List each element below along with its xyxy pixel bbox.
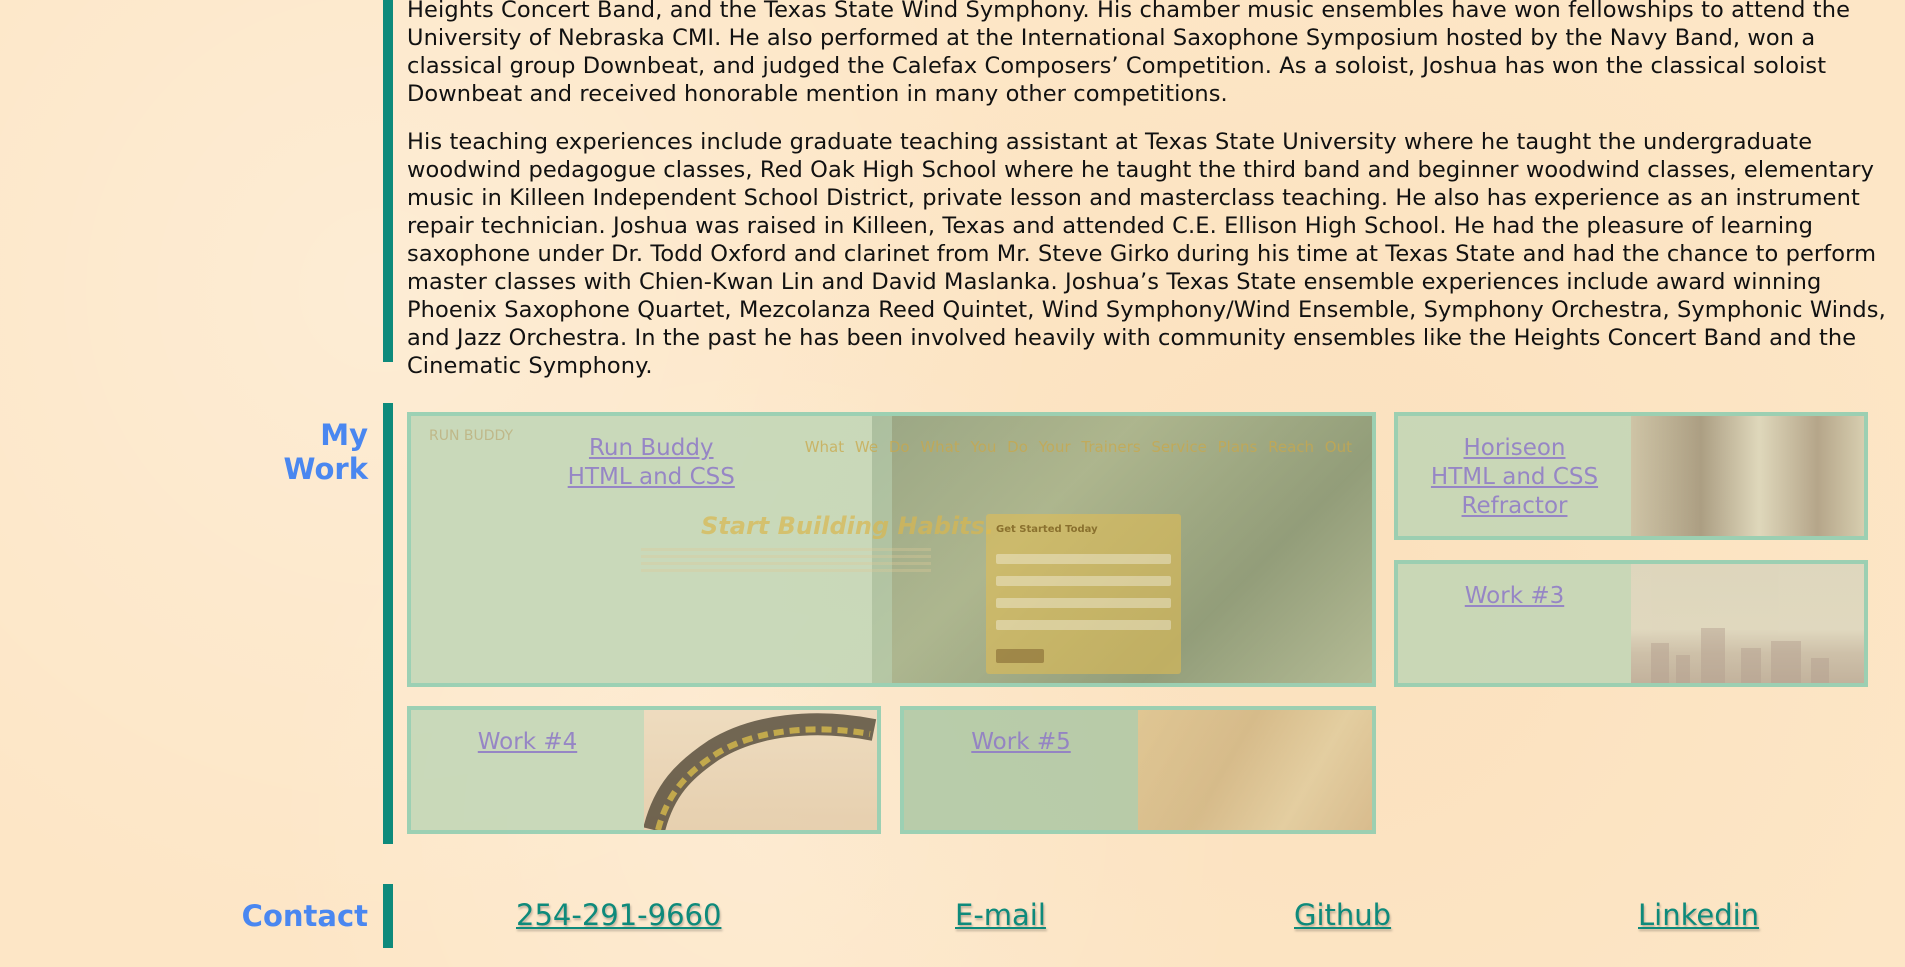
tile-label-line: Work #5: [971, 729, 1071, 755]
contact-heading-text: Contact: [241, 899, 368, 933]
form-field: [996, 598, 1171, 608]
horiseon-screenshot: [1631, 416, 1864, 536]
contact-section-heading: Contact: [242, 899, 368, 933]
form-field: [996, 620, 1171, 630]
contact-linkedin-link[interactable]: Linkedin: [1638, 897, 1759, 933]
building-shape: [1676, 655, 1690, 683]
work-heading-line2: Work: [283, 452, 368, 486]
tile-label-line: Work #4: [477, 729, 578, 755]
work-tile-link-5[interactable]: Work #5: [904, 728, 1138, 757]
form-field: [996, 576, 1171, 586]
about-paragraph-2: His teaching experiences include graduat…: [407, 129, 1886, 379]
building-shape: [1771, 641, 1801, 683]
contact-github-link[interactable]: Github: [1294, 897, 1391, 933]
about-paragraph-1: Heights Concert Band, and the Texas Stat…: [407, 0, 1851, 107]
building-shape: [1811, 658, 1829, 683]
work-tile-4[interactable]: Work #4: [407, 706, 881, 834]
work-tile-link-4[interactable]: Work #4: [411, 728, 644, 757]
contact-section-bar: [383, 884, 393, 948]
work-tile-5[interactable]: Work #5: [900, 706, 1376, 834]
tile-label-line: Work #3: [1464, 583, 1565, 609]
run-buddy-form: Get Started Today: [986, 514, 1181, 674]
contact-phone-link[interactable]: 254-291-9660: [516, 897, 721, 933]
work-tile-link-horiseon[interactable]: Horiseon HTML and CSS Refractor: [1398, 434, 1631, 521]
work-tile-horiseon[interactable]: Horiseon HTML and CSS Refractor: [1394, 412, 1868, 540]
building-shape: [1701, 628, 1725, 683]
run-buddy-hero: Start Building Habits.: [701, 512, 995, 540]
instrument-image: [1138, 710, 1372, 830]
form-submit-button: [996, 649, 1044, 663]
work-heading-line1: My: [320, 418, 368, 452]
saxophone-icon: [644, 713, 877, 830]
work-tile-link-run-buddy[interactable]: Run Buddy HTML and CSS: [411, 434, 892, 492]
tile-label-line: HTML and CSS: [567, 464, 735, 490]
about-section-bar: [383, 0, 393, 362]
run-buddy-hero-text: [641, 548, 931, 576]
building-shape: [1651, 643, 1669, 683]
run-buddy-form-title: Get Started Today: [996, 524, 1098, 535]
work-section-bar: [383, 403, 393, 844]
work-tile-3[interactable]: Work #3: [1394, 560, 1868, 687]
work-section-heading: My Work: [284, 418, 368, 486]
skyline-image: [1631, 564, 1864, 683]
tile-label-line: Refractor: [1461, 493, 1568, 519]
contact-email-link[interactable]: E-mail: [955, 897, 1046, 933]
form-field: [996, 554, 1171, 564]
work-tile-run-buddy[interactable]: RUN BUDDY What We Do What You Do Your Tr…: [407, 412, 1376, 687]
saxophone-image: [644, 710, 877, 830]
tile-label-line: Run Buddy: [588, 435, 714, 461]
work-tile-link-3[interactable]: Work #3: [1398, 582, 1631, 611]
tile-label-line: HTML and CSS: [1430, 464, 1599, 490]
tile-label-line: Horiseon: [1463, 435, 1566, 461]
about-section-text: Heights Concert Band, and the Texas Stat…: [407, 0, 1892, 400]
building-shape: [1741, 648, 1761, 683]
